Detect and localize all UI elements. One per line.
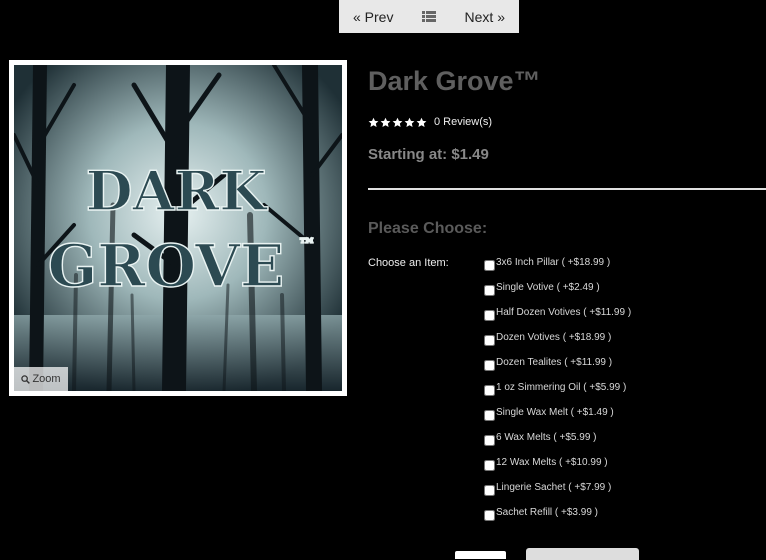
item-option-label: Lingerie Sachet ( +$7.99 ) (496, 482, 612, 493)
item-option-label: Dozen Tealites ( +$11.99 ) (496, 357, 613, 368)
starting-price: Starting at: $1.49 (368, 146, 489, 163)
zoom-label: Zoom (32, 373, 61, 385)
product-image[interactable]: DARK GROVE ™ Zoom (14, 65, 342, 391)
next-link[interactable]: Next » (465, 9, 505, 25)
star-icon (416, 117, 427, 127)
item-option[interactable]: 1 oz Simmering Oil ( +$5.99 ) (484, 381, 631, 406)
item-option-label: Half Dozen Votives ( +$11.99 ) (496, 307, 632, 318)
item-option-label: Single Votive ( +$2.49 ) (496, 282, 600, 293)
item-option-checkbox[interactable] (484, 510, 495, 521)
item-option-label: Dozen Votives ( +$18.99 ) (496, 332, 612, 343)
product-nav-bar: « Prev Next » (339, 0, 519, 33)
item-option-checkbox[interactable] (484, 360, 495, 371)
star-icon (392, 117, 403, 127)
item-option[interactable]: 6 Wax Melts ( +$5.99 ) (484, 431, 631, 456)
item-option-checkbox[interactable] (484, 460, 495, 471)
quantity-input[interactable] (455, 551, 506, 559)
logo-tm-text: ™ (298, 235, 316, 256)
star-icon (380, 117, 391, 127)
item-option[interactable]: Single Votive ( +$2.49 ) (484, 281, 631, 306)
item-option-label: 12 Wax Melts ( +$10.99 ) (496, 457, 608, 468)
item-option-label: 3x6 Inch Pillar ( +$18.99 ) (496, 257, 611, 268)
divider (368, 188, 766, 190)
zoom-button[interactable]: Zoom (14, 367, 68, 391)
star-icon (404, 117, 415, 127)
product-image-frame: DARK GROVE ™ Zoom (9, 60, 347, 396)
item-option-checkbox[interactable] (484, 285, 495, 296)
logo-grove-text: GROVE (48, 232, 284, 300)
item-option-checkbox[interactable] (484, 435, 495, 446)
prev-link[interactable]: « Prev (353, 9, 393, 25)
magnifier-icon (21, 374, 31, 384)
add-to-cart-button[interactable] (526, 548, 639, 560)
product-title: Dark Grove™ (368, 66, 541, 96)
item-option[interactable]: Dozen Tealites ( +$11.99 ) (484, 356, 631, 381)
item-option-checkbox[interactable] (484, 310, 495, 321)
item-option-checkbox[interactable] (484, 335, 495, 346)
star-icon (368, 117, 379, 127)
item-option-checkbox[interactable] (484, 385, 495, 396)
product-rating: 0 Review(s) (368, 116, 492, 128)
item-option[interactable]: Sachet Refill ( +$3.99 ) (484, 506, 631, 531)
list-icon[interactable] (422, 9, 436, 25)
rating-stars (368, 117, 427, 128)
item-option[interactable]: Dozen Votives ( +$18.99 ) (484, 331, 631, 356)
item-option[interactable]: 3x6 Inch Pillar ( +$18.99 ) (484, 256, 631, 281)
item-option-label: Single Wax Melt ( +$1.49 ) (496, 407, 614, 418)
reviews-link[interactable]: 0 Review(s) (434, 116, 492, 128)
item-option[interactable]: Half Dozen Votives ( +$11.99 ) (484, 306, 631, 331)
options-heading: Please Choose: (368, 220, 488, 237)
item-option[interactable]: Lingerie Sachet ( +$7.99 ) (484, 481, 631, 506)
logo-dark-text: DARK (86, 159, 269, 223)
choose-item-label: Choose an Item: (368, 257, 449, 269)
item-option[interactable]: Single Wax Melt ( +$1.49 ) (484, 406, 631, 431)
item-options-list: 3x6 Inch Pillar ( +$18.99 ) Single Votive… (484, 256, 631, 531)
item-option-checkbox[interactable] (484, 485, 495, 496)
item-option-label: 6 Wax Melts ( +$5.99 ) (496, 432, 597, 443)
item-option-label: 1 oz Simmering Oil ( +$5.99 ) (496, 382, 627, 393)
item-option-checkbox[interactable] (484, 410, 495, 421)
item-option-label: Sachet Refill ( +$3.99 ) (496, 507, 598, 518)
item-option[interactable]: 12 Wax Melts ( +$10.99 ) (484, 456, 631, 481)
dark-grove-artwork: DARK GROVE ™ (14, 65, 342, 391)
item-option-checkbox[interactable] (484, 260, 495, 271)
